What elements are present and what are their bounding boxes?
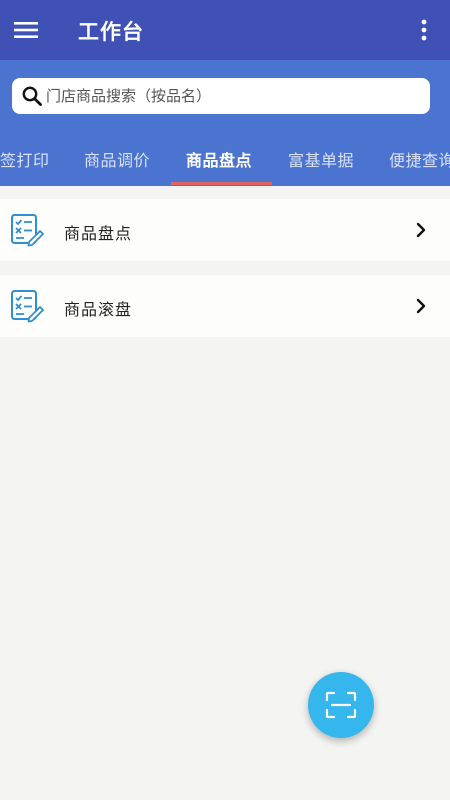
list-item-label: 商品滚盘 [64, 300, 133, 319]
chevron-right-icon [416, 222, 426, 238]
scan-icon [325, 691, 357, 719]
checklist-edit-icon [11, 290, 44, 323]
tab-inventory-count[interactable]: 商品盘点 [186, 147, 252, 171]
tab-price-adjust[interactable]: 商品调价 [84, 147, 150, 171]
search-input[interactable] [46, 87, 406, 105]
menu-button[interactable] [6, 10, 46, 50]
search-box[interactable] [12, 78, 430, 114]
search-area [0, 60, 450, 128]
app-root: 工作台 签打印 商品调价 商品盘点 富基单据 便捷查询 [0, 0, 450, 800]
app-bar: 工作台 [0, 0, 450, 60]
tab-quick-query[interactable]: 便捷查询 [389, 147, 450, 171]
list-item-rolling-count[interactable]: 商品滚盘 [0, 275, 450, 337]
list-item-inventory-count[interactable]: 商品盘点 [0, 199, 450, 261]
more-options-button[interactable] [404, 10, 444, 50]
more-vertical-icon [421, 19, 427, 41]
hamburger-menu-icon [14, 22, 38, 38]
tab-fuji-documents[interactable]: 富基单据 [288, 147, 354, 171]
chevron-right-icon [416, 298, 426, 314]
page-title: 工作台 [78, 20, 144, 44]
tab-label-print[interactable]: 签打印 [0, 147, 50, 171]
tab-bar: 签打印 商品调价 商品盘点 富基单据 便捷查询 [0, 128, 450, 186]
scan-fab-button[interactable] [308, 672, 374, 738]
checklist-edit-icon [11, 214, 44, 247]
active-tab-indicator [171, 182, 272, 185]
search-icon [21, 85, 43, 107]
list-item-label: 商品盘点 [64, 224, 133, 243]
